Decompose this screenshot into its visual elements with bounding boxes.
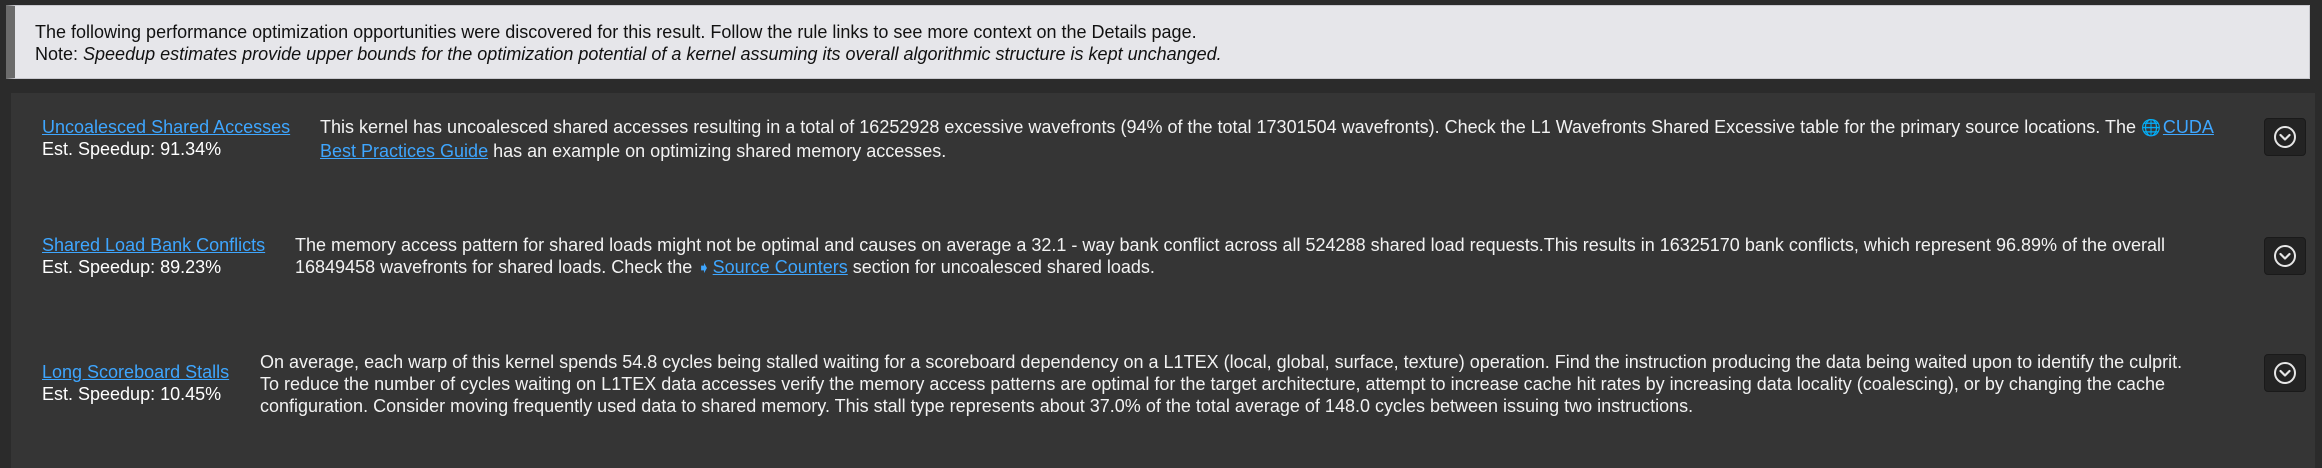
rule-description: This kernel has uncoalesced shared acces…: [320, 116, 2225, 162]
rule-link[interactable]: Uncoalesced Shared Accesses: [42, 116, 290, 138]
rule-header: Uncoalesced Shared Accesses Est. Speedup…: [42, 116, 290, 160]
speedup-label: Est. Speedup: 89.23%: [42, 257, 222, 277]
rules-panel: Uncoalesced Shared Accesses Est. Speedup…: [11, 93, 2315, 468]
rule-uncoalesced-shared-accesses: Uncoalesced Shared Accesses Est. Speedup…: [11, 116, 2315, 166]
arrow-right-icon: ➧: [697, 260, 711, 277]
source-counters-link[interactable]: ➧ Source Counters: [697, 257, 847, 277]
expand-button[interactable]: [2264, 118, 2306, 156]
description-text-after: section for uncoalesced shared loads.: [847, 257, 1155, 277]
rule-long-scoreboard-stalls: Long Scoreboard Stalls Est. Speedup: 10.…: [11, 351, 2315, 421]
note-text: Speedup estimates provide upper bounds f…: [83, 44, 1222, 64]
description-text: This kernel has uncoalesced shared acces…: [320, 117, 2141, 137]
rules-view: The following performance optimization o…: [0, 0, 2322, 468]
notice-note: Note: Speedup estimates provide upper bo…: [35, 43, 2309, 65]
notice-line: The following performance optimization o…: [35, 22, 1197, 42]
expand-button[interactable]: [2264, 354, 2306, 392]
rule-description: The memory access pattern for shared loa…: [295, 234, 2195, 280]
expand-button[interactable]: [2264, 237, 2306, 275]
description-text: The memory access pattern for shared loa…: [295, 235, 2166, 277]
rule-header: Long Scoreboard Stalls Est. Speedup: 10.…: [42, 361, 229, 405]
rule-shared-load-bank-conflicts: Shared Load Bank Conflicts Est. Speedup:…: [11, 234, 2315, 284]
speedup-label: Est. Speedup: 10.45%: [42, 384, 222, 404]
rule-header: Shared Load Bank Conflicts Est. Speedup:…: [42, 234, 265, 278]
note-label: Note:: [35, 44, 84, 64]
speedup-label: Est. Speedup: 91.34%: [42, 139, 222, 159]
rule-link[interactable]: Long Scoreboard Stalls: [42, 361, 229, 383]
chevron-down-icon: [2274, 126, 2296, 148]
rule-description: On average, each warp of this kernel spe…: [260, 352, 2183, 416]
info-notice: The following performance optimization o…: [6, 5, 2310, 79]
rule-link[interactable]: Shared Load Bank Conflicts: [42, 234, 265, 256]
chevron-down-icon: [2274, 362, 2296, 384]
chevron-down-icon: [2274, 245, 2296, 267]
description-text-after: has an example on optimizing shared memo…: [488, 141, 947, 161]
globe-icon: 🌐: [2141, 120, 2161, 137]
source-counters-link-text: Source Counters: [712, 257, 848, 277]
